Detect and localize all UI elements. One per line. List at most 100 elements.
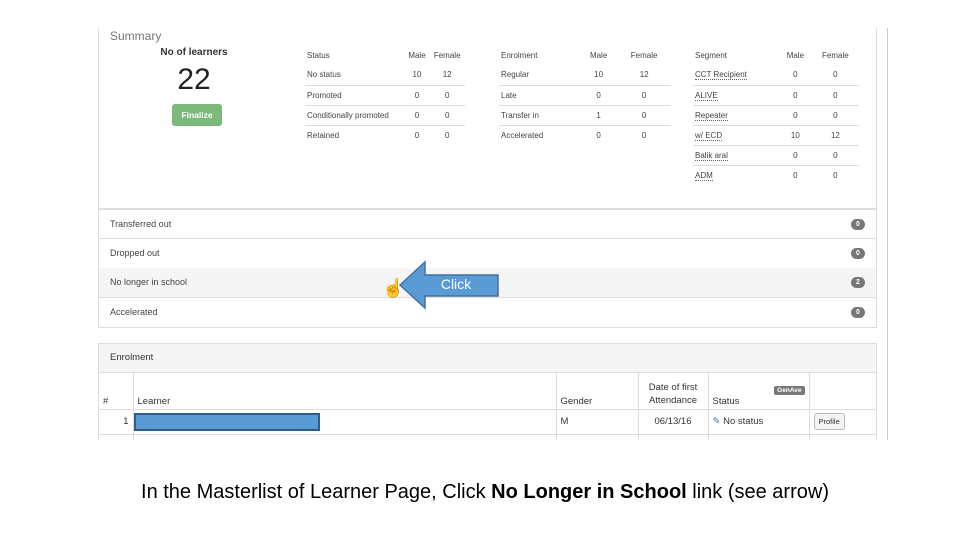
cell: 0 bbox=[617, 124, 671, 145]
cell-text: 0 bbox=[793, 170, 798, 180]
cell: 10 bbox=[580, 65, 617, 85]
cell: No status bbox=[305, 65, 405, 85]
cell: 0 bbox=[811, 144, 859, 165]
header-cell: Male bbox=[408, 50, 426, 60]
summary-row: Late 0 0 bbox=[499, 84, 671, 105]
caption-text-end: link (see arrow) bbox=[686, 481, 829, 503]
header-cell: Female bbox=[822, 50, 849, 60]
header-cell: Enrolment bbox=[501, 50, 538, 60]
cell: Transfer in bbox=[499, 104, 580, 125]
cell-text: 0 bbox=[833, 150, 838, 160]
cell-text: No status bbox=[307, 70, 341, 80]
pencil-icon: ✎ bbox=[712, 416, 721, 427]
summary-row: w/ ECD 10 12 bbox=[693, 124, 859, 145]
count-badge: 0 bbox=[851, 247, 865, 259]
cell-text: Promoted bbox=[307, 90, 342, 100]
cell: Conditionally promoted bbox=[305, 104, 405, 125]
enrolment-title: Enrolment bbox=[99, 344, 876, 373]
cell: Retained bbox=[305, 124, 405, 145]
cell: 0 bbox=[617, 104, 671, 125]
row-date: 06/13/16 bbox=[638, 409, 709, 435]
table-row: 1 M 06/13/16 ✎ No status Profile bbox=[99, 409, 877, 435]
profile-button[interactable]: Profile bbox=[813, 413, 845, 430]
cell-text: ADM bbox=[695, 170, 713, 181]
count-badge: 0 bbox=[851, 306, 865, 318]
cell-text: 12 bbox=[639, 70, 649, 80]
summary-row: Promoted 0 0 bbox=[305, 84, 465, 105]
cell-text: Accelerated bbox=[501, 130, 544, 140]
cell: 0 bbox=[404, 104, 430, 125]
cell: w/ ECD bbox=[693, 124, 779, 145]
enrolment-panel: Enrolment # Learner Gender Date of first… bbox=[98, 343, 877, 440]
cell-text: ALIVE bbox=[695, 90, 718, 101]
status-value: No status bbox=[723, 416, 764, 427]
cell-text: Regular bbox=[501, 70, 530, 80]
cell-text: Late bbox=[501, 90, 517, 100]
cell: 0 bbox=[778, 144, 812, 165]
cell: 0 bbox=[778, 84, 812, 105]
count-badge: 2 bbox=[851, 277, 865, 288]
cell: 0 bbox=[617, 84, 671, 105]
segment-table: Segment Male Female CCT Recipient 0 0 ALIVE 0 0 R… bbox=[693, 45, 859, 185]
row-status[interactable]: ✎ No status bbox=[708, 409, 810, 435]
list-item-transferred-out[interactable]: Transferred out 0 bbox=[98, 209, 877, 239]
row-gender: M bbox=[556, 409, 639, 435]
cell-text: 0 bbox=[793, 150, 798, 160]
summary-panel: Summary No of learners 22 Finalize Statu… bbox=[98, 28, 877, 209]
cell-text: 12 bbox=[442, 70, 452, 80]
cell-text: 0 bbox=[444, 130, 450, 140]
cell: CCT Recipient bbox=[693, 65, 779, 85]
cell: 0 bbox=[778, 104, 812, 125]
cell: Balik aral bbox=[693, 144, 779, 165]
cell-text: 0 bbox=[414, 90, 420, 100]
cell: 10 bbox=[405, 65, 430, 85]
cell: 0 bbox=[579, 84, 618, 105]
col-action bbox=[809, 373, 877, 410]
cell-text: 10 bbox=[412, 70, 422, 80]
cell: 0 bbox=[811, 164, 859, 185]
cell: 0 bbox=[778, 164, 812, 185]
cell-text: 0 bbox=[833, 170, 838, 180]
summary-row: ALIVE 0 0 bbox=[693, 84, 859, 105]
cell: Promoted bbox=[305, 84, 405, 105]
cell: 0 bbox=[812, 65, 859, 85]
cell: 0 bbox=[779, 65, 812, 85]
list-item-label: Dropped out bbox=[110, 247, 160, 258]
cell-text: 0 bbox=[793, 70, 798, 80]
caption-bold: No Longer in School bbox=[491, 481, 687, 503]
cell-text: 0 bbox=[793, 110, 798, 120]
cell: ADM bbox=[693, 164, 779, 185]
cell: 12 bbox=[429, 65, 465, 85]
list-item-label: Accelerated bbox=[110, 306, 158, 317]
cell: 0 bbox=[429, 124, 465, 145]
cell-text: 0 bbox=[414, 110, 420, 120]
cell: 10 bbox=[778, 124, 812, 145]
genave-button[interactable]: GenAve bbox=[774, 385, 805, 395]
summary-row: Transfer in 1 0 bbox=[499, 104, 671, 125]
summary-row: Balik aral 0 0 bbox=[693, 144, 859, 165]
summary-row: No status 10 12 bbox=[305, 65, 465, 85]
cell-text: 0 bbox=[833, 70, 838, 80]
cell-text: Balik aral bbox=[695, 150, 728, 161]
cell: ALIVE bbox=[693, 84, 779, 105]
summary-row: ADM 0 0 bbox=[693, 164, 859, 185]
learner-name-redacted bbox=[133, 409, 557, 435]
cell: 0 bbox=[404, 124, 430, 145]
cell: 0 bbox=[429, 84, 465, 105]
cell-text: 0 bbox=[833, 90, 838, 100]
caption-text: In the Masterlist of Learner Page, Click bbox=[141, 481, 492, 503]
cell-text: Retained bbox=[307, 130, 340, 140]
list-item-label: Transferred out bbox=[110, 219, 172, 229]
cell-text: Repeater bbox=[695, 110, 728, 121]
cell-text: 0 bbox=[641, 130, 647, 140]
learners-label: No of learners bbox=[160, 47, 228, 58]
header-cell: Male bbox=[786, 50, 805, 60]
finalize-button[interactable]: Finalize bbox=[172, 104, 222, 126]
cell-text: 0 bbox=[833, 110, 838, 120]
header-cell: Female bbox=[433, 50, 461, 60]
summary-row: Repeater 0 0 bbox=[693, 104, 859, 125]
table-row bbox=[99, 434, 877, 440]
cell: 12 bbox=[811, 124, 859, 145]
cell: 12 bbox=[617, 65, 671, 85]
cell-text: 0 bbox=[596, 130, 601, 140]
